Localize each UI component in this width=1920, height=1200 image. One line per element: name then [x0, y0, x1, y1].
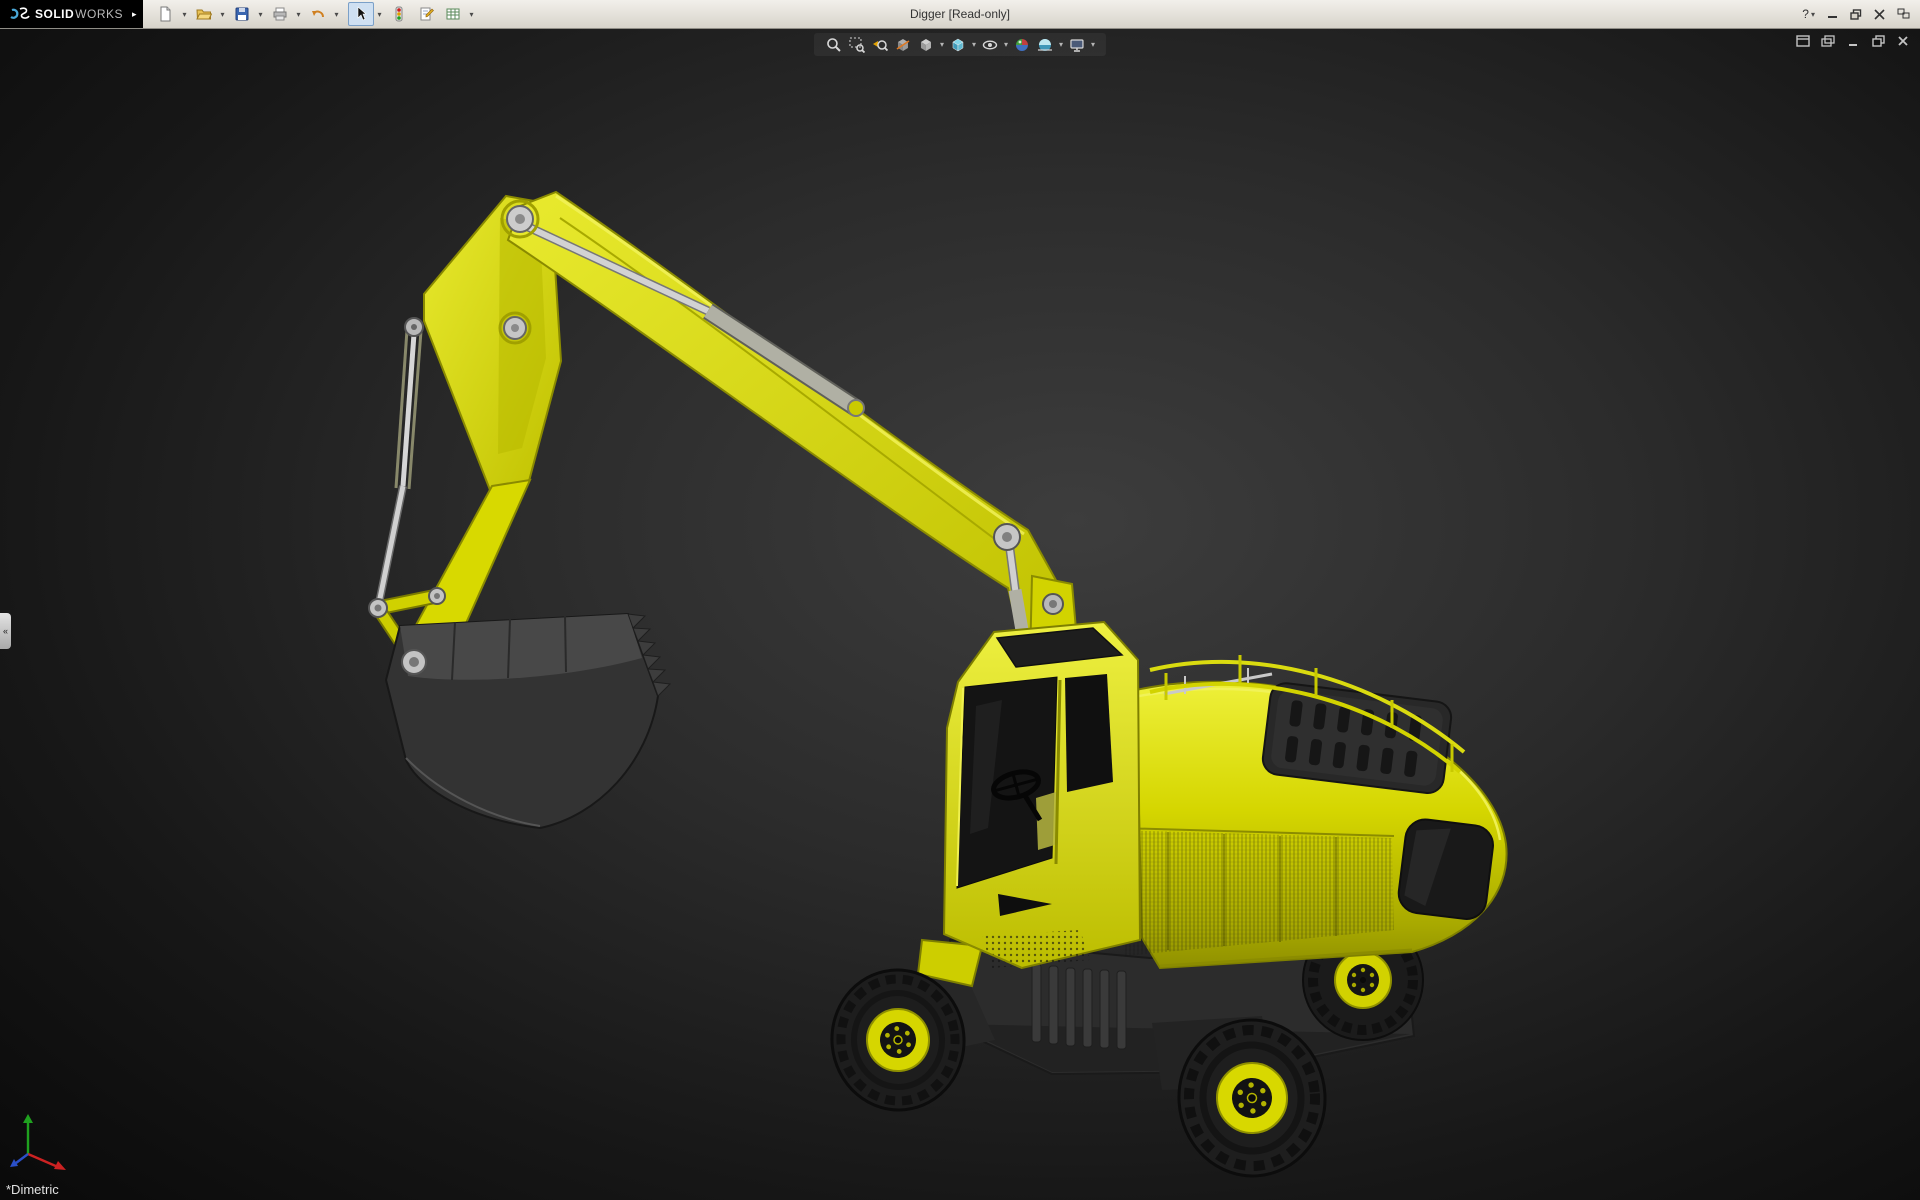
hide-show-items-button[interactable] — [980, 35, 1000, 54]
doc-restore-button[interactable] — [1869, 33, 1887, 49]
apply-scene-button[interactable] — [1035, 35, 1055, 54]
view-settings-button[interactable] — [1067, 35, 1087, 54]
hide-show-items-icon — [982, 39, 998, 49]
close-icon — [1874, 8, 1885, 20]
panel-flyout-tab[interactable]: « — [0, 613, 11, 649]
zoom-to-fit-icon — [827, 37, 841, 52]
options-button[interactable] — [440, 2, 466, 26]
rear-window-panel — [1397, 818, 1494, 920]
undo-icon — [311, 10, 324, 18]
close-button[interactable] — [1874, 4, 1885, 24]
previous-view-icon — [872, 39, 888, 51]
dropdown-caret[interactable]: ▾ — [294, 10, 304, 19]
excavator-bucket — [384, 612, 672, 830]
dropdown-caret[interactable]: ▾ — [218, 10, 228, 19]
apply-scene-icon — [1038, 38, 1053, 51]
x-axis-arrow — [54, 1161, 66, 1170]
save-icon — [235, 7, 249, 21]
file-properties-icon — [420, 7, 434, 21]
dropdown-caret[interactable]: ▾ — [467, 10, 477, 19]
3ds-logo-icon — [10, 7, 30, 19]
doc-close-button[interactable] — [1894, 33, 1912, 49]
help-label: ? — [1802, 7, 1809, 21]
dropdown-caret[interactable]: ▾ — [939, 40, 945, 49]
excavator-body — [1112, 655, 1508, 970]
minimize-icon — [1828, 16, 1837, 18]
dropdown-caret[interactable]: ▾ — [332, 10, 342, 19]
save-button[interactable] — [229, 2, 255, 26]
edit-appearance-button[interactable] — [1012, 35, 1032, 54]
view-orientation-label: *Dimetric — [6, 1182, 59, 1197]
edit-appearance-icon — [1016, 38, 1029, 51]
dropdown-caret[interactable]: ▾ — [1003, 40, 1009, 49]
display-style-icon — [920, 38, 931, 51]
view-orientation-icon — [952, 38, 964, 51]
dropdown-caret[interactable]: ▾ — [1058, 40, 1064, 49]
excavator-model — [368, 190, 1508, 1178]
menu-expand-button[interactable]: ▸ — [132, 9, 137, 20]
dropdown-caret[interactable]: ▾ — [180, 10, 190, 19]
rebuild-button[interactable] — [386, 2, 412, 26]
doc-close-icon — [1898, 36, 1908, 46]
document-window-controls — [1794, 33, 1912, 49]
undo-button[interactable] — [305, 2, 331, 26]
select-cursor-icon — [357, 6, 367, 21]
select-tool-button[interactable] — [347, 2, 374, 26]
titlebar: SOLID WORKS ▸ ▾ ▾ ▾ ▾ ▾ ▾ ▾ Digger [Read… — [0, 0, 1920, 29]
chevron-down-icon: ▾ — [1810, 9, 1815, 19]
view-orientation-button[interactable] — [948, 35, 968, 54]
tile-windows-icon — [1897, 8, 1910, 19]
dropdown-caret[interactable]: ▾ — [256, 10, 266, 19]
minimize-button[interactable] — [1827, 4, 1838, 24]
rebuild-icon — [395, 6, 403, 22]
zoom-to-fit-button[interactable] — [824, 35, 844, 54]
zoom-to-area-button[interactable] — [847, 35, 867, 54]
graphics-viewport[interactable]: ▾ ▾ ▾ ▾ ▾ « *Dimetric — [0, 28, 1920, 1200]
tile-windows-button[interactable] — [1897, 4, 1910, 24]
open-folder-icon — [195, 9, 212, 20]
view-settings-icon — [1070, 38, 1084, 52]
file-properties-button[interactable] — [413, 2, 439, 26]
open-button[interactable] — [191, 2, 217, 26]
doc-minimize-button[interactable] — [1844, 33, 1862, 49]
display-style-button[interactable] — [916, 35, 936, 54]
doc-restore-icon — [1871, 35, 1885, 47]
section-view-icon — [896, 38, 910, 51]
zoom-to-area-icon — [849, 37, 865, 53]
excavator-cab — [916, 620, 1142, 988]
print-button[interactable] — [267, 2, 293, 26]
orientation-triad — [10, 1114, 66, 1170]
dropdown-caret[interactable]: ▾ — [1090, 40, 1096, 49]
options-icon — [446, 8, 460, 20]
brand-bold: SOLID — [35, 7, 75, 21]
restore-icon — [1850, 8, 1862, 20]
solidworks-logo[interactable]: SOLID WORKS ▸ — [0, 0, 143, 28]
print-icon — [273, 7, 287, 21]
brand-light: WORKS — [75, 7, 124, 21]
previous-view-button[interactable] — [870, 35, 890, 54]
doc-minimize-icon — [1849, 43, 1857, 46]
cascade-windows-button[interactable] — [1819, 33, 1837, 49]
section-view-button[interactable] — [893, 35, 913, 54]
dropdown-caret[interactable]: ▾ — [375, 10, 385, 19]
cascade-windows-icon — [1821, 35, 1835, 47]
y-axis-arrow — [23, 1114, 33, 1123]
heads-up-view-toolbar: ▾ ▾ ▾ ▾ ▾ — [813, 33, 1107, 56]
new-document-button[interactable] — [153, 2, 179, 26]
app-window-controls: ? ▾ — [1802, 4, 1920, 24]
new-window-icon — [1796, 35, 1810, 47]
new-document-icon — [160, 6, 171, 22]
main-toolbar: ▾ ▾ ▾ ▾ ▾ ▾ ▾ — [153, 2, 477, 26]
help-button[interactable]: ? ▾ — [1802, 4, 1815, 24]
new-window-button[interactable] — [1794, 33, 1812, 49]
restore-button[interactable] — [1850, 4, 1862, 24]
dropdown-caret[interactable]: ▾ — [971, 40, 977, 49]
